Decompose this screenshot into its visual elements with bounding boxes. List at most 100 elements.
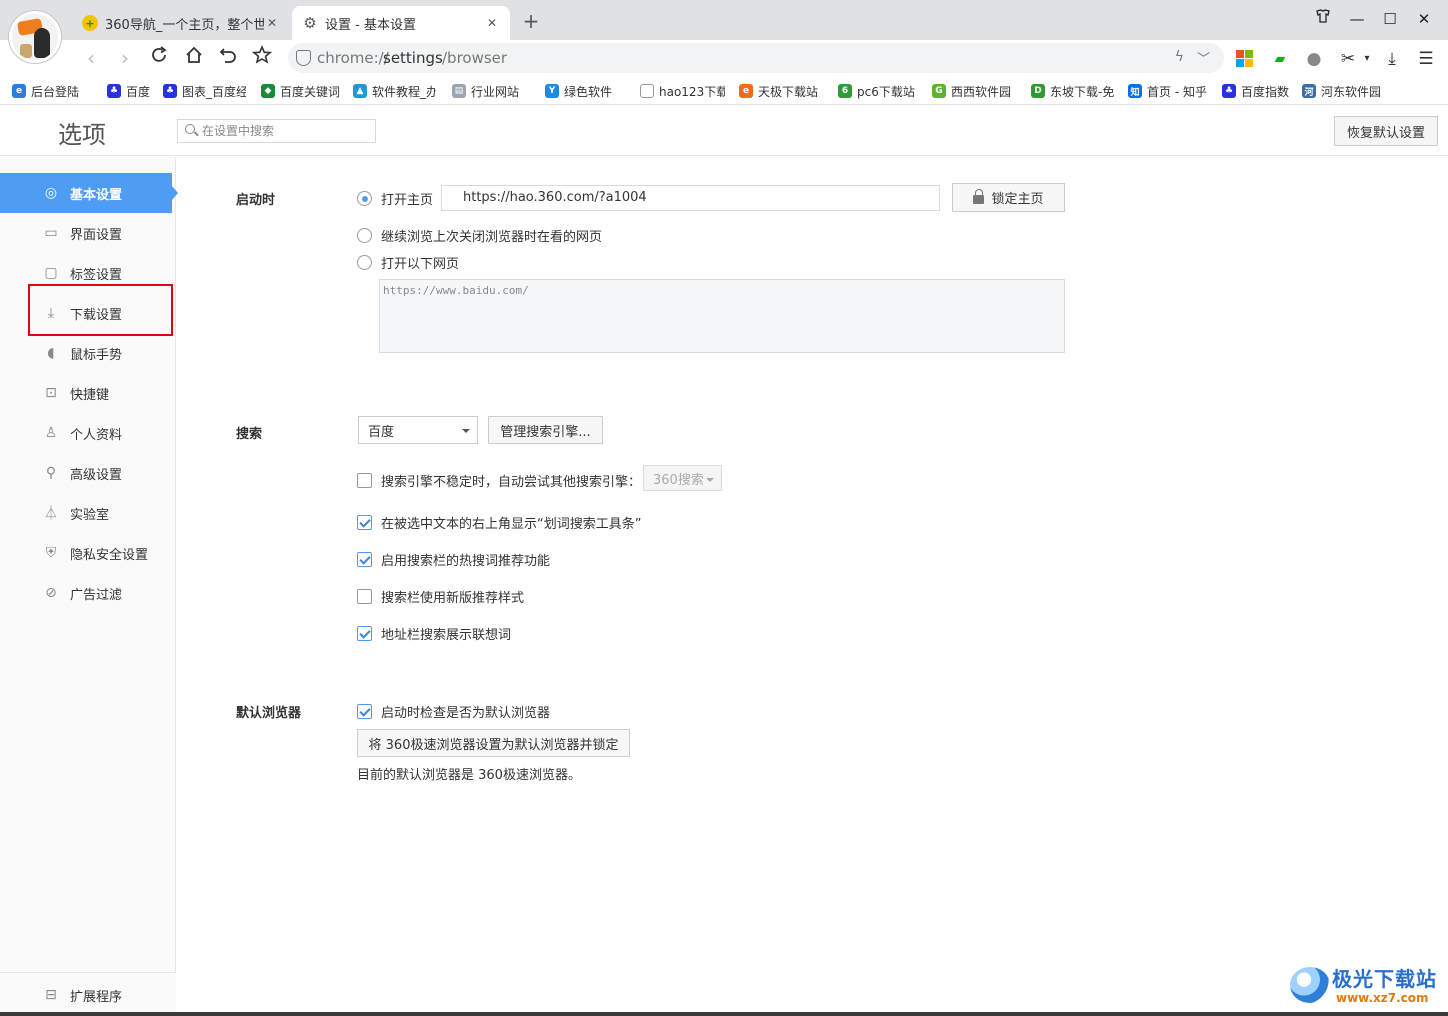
homepage-url-input[interactable]: https://hao.360.com/?a1004 xyxy=(441,185,940,211)
set-default-browser-button[interactable]: 将 360极速浏览器设置为默认浏览器并锁定 xyxy=(357,729,630,757)
startup-continue-option[interactable]: 继续浏览上次关闭浏览器时在看的网页 xyxy=(357,226,602,245)
radio-button[interactable] xyxy=(357,255,372,270)
minimize-button[interactable]: — xyxy=(1340,8,1374,30)
sidebar-item-adblock[interactable]: ⊘ 广告过滤 xyxy=(0,573,176,613)
bookmark-item[interactable]: ◆ 百度关键词 xyxy=(261,82,340,100)
wrench-icon: ⚲ xyxy=(45,465,57,481)
sidebar-item-lab[interactable]: ⏃ 实验室 xyxy=(0,493,176,533)
reset-defaults-button[interactable]: 恢复默认设置 xyxy=(1334,116,1438,146)
bookmark-favicon: 6 xyxy=(838,84,852,98)
home-icon[interactable] xyxy=(181,45,207,71)
settings-search-input[interactable] xyxy=(202,122,372,140)
close-tab-icon[interactable]: ✕ xyxy=(484,16,500,30)
fallback-engine-select[interactable]: 360搜索 xyxy=(643,465,722,491)
radio-button[interactable] xyxy=(357,191,372,206)
search-engine-select[interactable]: 百度 xyxy=(358,416,478,444)
search-fallback-option[interactable]: 搜索引擎不稳定时，自动尝试其他搜索引擎： xyxy=(357,471,641,490)
bookmark-item[interactable]: D 东坡下载-免 xyxy=(1031,82,1114,100)
dropdown-arrow-icon xyxy=(462,429,470,433)
window-icon: ▭ xyxy=(44,225,58,241)
default-browser-section-label: 默认浏览器 xyxy=(236,706,302,721)
bookmark-item[interactable]: ▲ 软件教程_办 xyxy=(353,82,436,100)
url-host: settings xyxy=(383,49,443,67)
flask-icon: ⏃ xyxy=(44,506,58,522)
url-path: /browser xyxy=(442,49,508,67)
forward-icon[interactable]: › xyxy=(112,45,138,71)
bookmark-item[interactable]: ♣ 图表_百度经 xyxy=(163,82,246,100)
tab-360-navigation[interactable]: + 360导航_一个主页，整个世界 ✕ xyxy=(72,6,290,40)
startup-pages-textarea[interactable]: https://www.baidu.com/ xyxy=(379,279,1065,353)
search-toolbar-option[interactable]: 在被选中文本的右上角显示“划词搜索工具条” xyxy=(357,513,641,532)
lightning-icon[interactable]: ϟ xyxy=(1175,49,1184,65)
sidebar-footer: ⊟ 扩展程序 xyxy=(0,972,176,1016)
bookmark-item[interactable]: ♣ 百度 xyxy=(107,82,150,100)
search-suggest-option[interactable]: 地址栏搜索展示联想词 xyxy=(357,624,511,643)
search-hotwords-option[interactable]: 启用搜索栏的热搜词推荐功能 xyxy=(357,550,550,569)
gear-icon: ⚙ xyxy=(303,14,317,32)
maximize-button[interactable]: ☐ xyxy=(1373,8,1407,30)
undo-close-icon[interactable] xyxy=(215,45,241,71)
new-tab-button[interactable]: + xyxy=(518,8,544,34)
address-bar[interactable]: chrome:// settings /browser ϟ ﹀ xyxy=(288,43,1224,73)
manage-search-engines-button[interactable]: 管理搜索引擎... xyxy=(488,416,603,444)
settings-search[interactable] xyxy=(177,119,376,143)
avatar[interactable] xyxy=(9,11,61,63)
sidebar-item-shortcuts[interactable]: ⊡ 快捷键 xyxy=(0,373,176,413)
bookmark-item[interactable]: ♣ 百度指数 xyxy=(1222,82,1289,100)
default-browser-check-option[interactable]: 启动时检查是否为默认浏览器 xyxy=(357,702,550,721)
sidebar-item-privacy[interactable]: ⛨ 隐私安全设置 xyxy=(0,533,176,573)
bookmark-favicon: Y xyxy=(545,84,559,98)
bookmark-item[interactable]: 6 pc6下载站 xyxy=(838,82,915,100)
menu-icon[interactable]: ☰ xyxy=(1415,48,1437,70)
sidebar-item-mouse-gestures[interactable]: ◖ 鼠标手势 xyxy=(0,333,176,373)
bookmark-item[interactable]: 知首页 - 知乎 xyxy=(1128,82,1207,100)
checkbox[interactable] xyxy=(357,589,372,604)
checkbox[interactable] xyxy=(357,552,372,567)
chevron-down-icon[interactable]: ﹀ xyxy=(1197,48,1210,67)
radio-button[interactable] xyxy=(357,228,372,243)
360-logo-icon: + xyxy=(82,15,98,31)
lock-icon xyxy=(973,189,985,204)
chevron-down-icon[interactable]: ▾ xyxy=(1360,48,1374,70)
gear-icon: ◎ xyxy=(44,185,58,201)
scissors-icon[interactable]: ✂ xyxy=(1337,48,1359,70)
bookmark-item[interactable]: e 天极下载站 xyxy=(739,82,818,100)
bookmark-favicon: ▲ xyxy=(353,84,367,98)
checkbox[interactable] xyxy=(357,626,372,641)
tab-settings[interactable]: ⚙ 设置 - 基本设置 ✕ xyxy=(292,6,510,40)
apps-icon[interactable] xyxy=(1234,48,1256,70)
tab-title: 360导航_一个主页，整个世界 xyxy=(105,17,264,33)
bookmark-item[interactable]: hao123下载 xyxy=(640,82,725,100)
startup-open-home-option[interactable]: 打开主页 xyxy=(357,189,433,208)
checkbox[interactable] xyxy=(357,515,372,530)
page-title: 选项 xyxy=(58,121,106,149)
sidebar-item-basic[interactable]: ◎ 基本设置 xyxy=(0,173,178,213)
checkbox[interactable] xyxy=(357,704,372,719)
checkbox[interactable] xyxy=(357,473,372,488)
bookmark-item[interactable]: ▤ 行业网站 xyxy=(452,82,519,100)
keyboard-icon: ⊡ xyxy=(45,385,57,401)
bookmark-item[interactable]: e 后台登陆 xyxy=(12,82,79,100)
dropdown-arrow-icon xyxy=(706,478,714,482)
sidebar-item-profile[interactable]: ♙ 个人资料 xyxy=(0,413,176,453)
site-info-icon[interactable] xyxy=(296,50,311,66)
download-icon[interactable]: ⤓ xyxy=(1381,48,1403,70)
sidebar-item-extensions[interactable]: ⊟ 扩展程序 xyxy=(0,975,176,1015)
shield-icon: ⛨ xyxy=(45,545,57,561)
back-icon[interactable]: ‹ xyxy=(78,45,104,71)
bookmark-item[interactable]: 河河东软件园 xyxy=(1302,82,1381,100)
star-icon[interactable] xyxy=(249,44,275,71)
close-tab-icon[interactable]: ✕ xyxy=(264,16,280,30)
bookmark-item[interactable]: Y 绿色软件 xyxy=(545,82,612,100)
chat-icon[interactable]: ▰ xyxy=(1269,48,1291,70)
reload-icon[interactable] xyxy=(146,45,172,71)
sidebar-item-interface[interactable]: ▭ 界面设置 xyxy=(0,213,176,253)
sidebar-item-advanced[interactable]: ⚲ 高级设置 xyxy=(0,453,176,493)
close-window-button[interactable]: ✕ xyxy=(1407,8,1441,30)
extension-icon[interactable]: ● xyxy=(1303,48,1325,70)
startup-open-pages-option[interactable]: 打开以下网页 xyxy=(357,253,459,272)
skin-icon[interactable] xyxy=(1306,8,1340,30)
lock-homepage-button[interactable]: 锁定主页 xyxy=(952,183,1065,212)
bookmark-item[interactable]: G 西西软件园 xyxy=(932,82,1011,100)
search-newstyle-option[interactable]: 搜索栏使用新版推荐样式 xyxy=(357,587,524,606)
